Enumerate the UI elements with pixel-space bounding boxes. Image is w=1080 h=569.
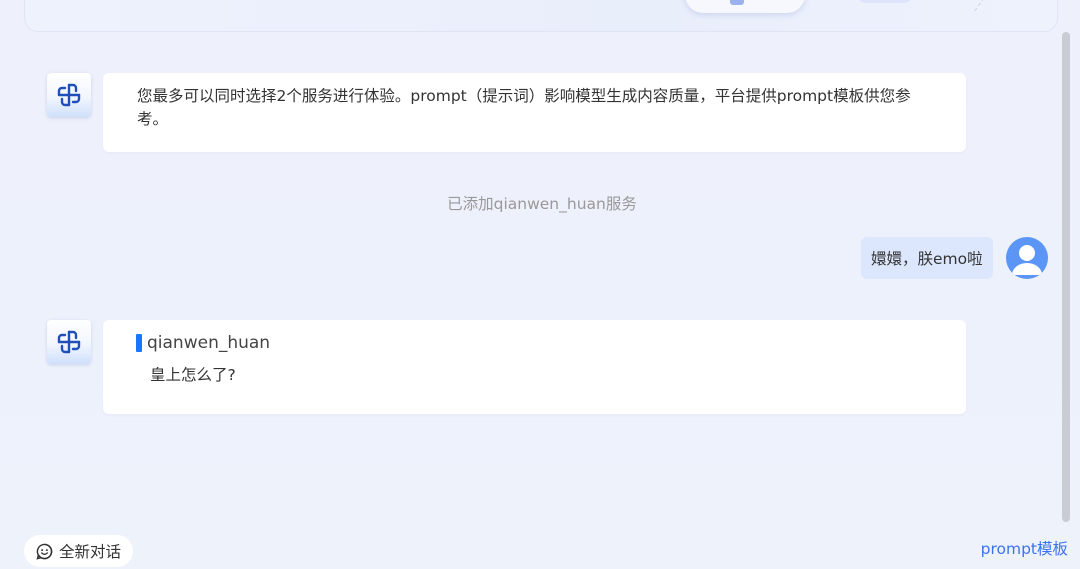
prompt-template-link[interactable]: prompt模板: [981, 537, 1068, 559]
header-banner: [24, 0, 1058, 32]
bot-avatar: [47, 320, 91, 364]
smiley-chat-icon: [36, 543, 53, 560]
banner-decoration-shape: [855, 0, 915, 3]
service-name-label: qianwen_huan: [147, 333, 271, 353]
banner-decoration: [685, 0, 805, 13]
bot-message-bubble: 您最多可以同时选择2个服务进行体验。prompt（提示词）影响模型生成内容质量，…: [103, 73, 966, 152]
user-avatar-icon: [1012, 245, 1042, 275]
service-name-marker: [136, 334, 142, 352]
bot-avatar: [47, 73, 91, 117]
bot-logo-icon: [57, 330, 81, 354]
bot-reply-text: 皇上怎么了?: [150, 366, 236, 384]
scrollbar[interactable]: [1062, 32, 1070, 522]
reply-service-name: qianwen_huan: [136, 333, 270, 353]
new-chat-label: 全新对话: [59, 543, 122, 561]
banner-decoration-icon: [730, 0, 744, 5]
scrollbar-thumb[interactable]: [1062, 32, 1070, 522]
new-chat-button[interactable]: 全新对话: [24, 535, 134, 567]
system-notice: 已添加qianwen_huan服务: [447, 195, 637, 213]
user-message-text: 嬛嬛，朕emo啦: [871, 250, 983, 268]
user-avatar: [1006, 237, 1048, 279]
bot-reply-bubble: qianwen_huan 皇上怎么了?: [103, 320, 966, 414]
bot-logo-icon: [57, 83, 81, 107]
bot-intro-text: 您最多可以同时选择2个服务进行体验。prompt（提示词）影响模型生成内容质量，…: [137, 87, 911, 128]
user-message-bubble: 嬛嬛，朕emo啦: [861, 237, 993, 279]
